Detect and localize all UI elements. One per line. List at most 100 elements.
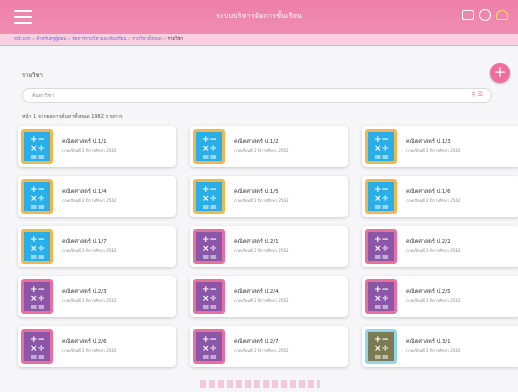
course-card[interactable]: + − × ÷ = = คณิตศาสตร์ ป.2/3 ภาคเรียนที่ 2 ปีกา… <box>18 276 176 317</box>
add-icon[interactable]: + <box>490 63 510 83</box>
math-symbol: = <box>374 153 382 163</box>
course-subtitle: ภาคเรียนที่ 2 ปีการศึกษา 2562 <box>406 248 461 253</box>
course-subtitle: ภาคเรียนที่ 2 ปีการศึกษา 2562 <box>234 148 289 153</box>
math-symbol: = <box>209 253 218 263</box>
course-title: คณิตศาสตร์ ป.2/7 <box>234 339 279 345</box>
math-symbol: = <box>37 153 46 163</box>
math-symbol: = <box>202 303 210 313</box>
course-card[interactable]: + − × ÷ = = คณิตศาสตร์ ป.2/2 ภาคเรียนที่ 2 ปีกา… <box>362 226 518 267</box>
course-title: คณิตศาสตร์ ป.2/6 <box>62 339 107 345</box>
calculator-icon: + − × ÷ = = <box>365 129 397 164</box>
math-symbol: = <box>381 203 390 213</box>
course-subtitle: ภาคเรียนที่ 2 ปีการศึกษา 2562 <box>406 348 461 353</box>
course-title: คณิตศาสตร์ ป.3/1 <box>406 339 451 345</box>
math-symbol: = <box>381 253 390 263</box>
math-symbol: = <box>30 203 38 213</box>
breadcrumb-item[interactable]: สำหรับครูผู้สอน <box>36 37 66 42</box>
course-card[interactable]: + − × ÷ = = คณิตศาสตร์ ป.3/1 ภาคเรียนที่ 2 ปีกา… <box>362 326 518 367</box>
math-symbol: = <box>209 303 218 313</box>
calculator-icon: + − × ÷ = = <box>365 279 397 314</box>
breadcrumb-current: รายวิชา <box>167 37 184 42</box>
calculator-icon: + − × ÷ = = <box>21 129 53 164</box>
math-symbol: = <box>30 153 38 163</box>
course-subtitle: ภาคเรียนที่ 2 ปีการศึกษา 2562 <box>406 198 461 203</box>
calculator-icon: + − × ÷ = = <box>21 279 53 314</box>
course-card[interactable]: + − × ÷ = = คณิตศาสตร์ ป.1/7 ภาคเรียนที่ 2 ปีกา… <box>18 226 176 267</box>
math-symbol: = <box>37 203 46 213</box>
course-card[interactable]: + − × ÷ = = คณิตศาสตร์ ป.1/4 ภาคเรียนที่ 2 ปีกา… <box>18 176 176 217</box>
math-symbol: = <box>30 253 38 263</box>
math-symbol: = <box>30 353 38 363</box>
calculator-icon: + − × ÷ = = <box>193 329 225 364</box>
math-symbol: = <box>374 253 382 263</box>
calculator-icon: + − × ÷ = = <box>193 229 225 264</box>
course-card[interactable]: + − × ÷ = = คณิตศาสตร์ ป.1/6 ภาคเรียนที่ 2 ปีกา… <box>362 176 518 217</box>
math-symbol: = <box>381 303 390 313</box>
breadcrumb-item[interactable]: จัดการรายวิชาและห้องเรียน <box>72 37 127 42</box>
result-count: หน้า 1 จากผลการค้นหาทั้งหมด 1982 รายการ <box>22 114 123 120</box>
course-title: คณิตศาสตร์ ป.1/4 <box>62 189 107 195</box>
course-title: คณิตศาสตร์ ป.1/2 <box>234 139 279 145</box>
breadcrumb: หน้าแรก » สำหรับครูผู้สอน » จัดการรายวิช… <box>0 34 518 46</box>
course-title: คณิตศาสตร์ ป.1/3 <box>406 139 451 145</box>
course-title: คณิตศาสตร์ ป.2/3 <box>62 289 107 295</box>
course-card[interactable]: + − × ÷ = = คณิตศาสตร์ ป.1/1 ภาคเรียนที่ 2 ปีกา… <box>18 126 176 167</box>
course-subtitle: ภาคเรียนที่ 2 ปีการศึกษา 2562 <box>234 198 289 203</box>
course-subtitle: ภาคเรียนที่ 2 ปีการศึกษา 2562 <box>234 348 289 353</box>
course-card[interactable]: + − × ÷ = = คณิตศาสตร์ ป.2/1 ภาคเรียนที่ 2 ปีกา… <box>190 226 348 267</box>
course-title: คณิตศาสตร์ ป.2/1 <box>234 239 279 245</box>
top-icons <box>462 9 508 21</box>
course-subtitle: ภาคเรียนที่ 2 ปีการศึกษา 2562 <box>62 348 117 353</box>
course-card[interactable]: + − × ÷ = = คณิตศาสตร์ ป.2/7 ภาคเรียนที่ 2 ปีกา… <box>190 326 348 367</box>
section-label: รายวิชา <box>22 72 43 79</box>
course-subtitle: ภาคเรียนที่ 2 ปีการศึกษา 2562 <box>62 148 117 153</box>
math-symbol: = <box>209 153 218 163</box>
chat-icon[interactable] <box>479 9 491 21</box>
math-symbol: = <box>374 353 382 363</box>
calculator-icon: + − × ÷ = = <box>193 279 225 314</box>
math-symbol: = <box>202 153 210 163</box>
math-symbol: = <box>381 353 390 363</box>
course-card[interactable]: + − × ÷ = = คณิตศาสตร์ ป.2/4 ภาคเรียนที่ 2 ปีกา… <box>190 276 348 317</box>
calculator-icon: + − × ÷ = = <box>365 179 397 214</box>
math-symbol: = <box>37 253 46 263</box>
course-card[interactable]: + − × ÷ = = คณิตศาสตร์ ป.2/5 ภาคเรียนที่ 2 ปีกา… <box>362 276 518 317</box>
calculator-icon: + − × ÷ = = <box>21 229 53 264</box>
course-subtitle: ภาคเรียนที่ 2 ปีการศึกษา 2562 <box>62 298 117 303</box>
course-subtitle: ภาคเรียนที่ 2 ปีการศึกษา 2562 <box>62 248 117 253</box>
footer-hint <box>200 380 320 388</box>
calculator-icon: + − × ÷ = = <box>193 179 225 214</box>
course-card[interactable]: + − × ÷ = = คณิตศาสตร์ ป.1/2 ภาคเรียนที่ 2 ปีกา… <box>190 126 348 167</box>
calculator-icon: + − × ÷ = = <box>365 229 397 264</box>
course-subtitle: ภาคเรียนที่ 2 ปีการศึกษา 2562 <box>406 298 461 303</box>
course-title: คณิตศาสตร์ ป.2/2 <box>406 239 451 245</box>
course-card[interactable]: + − × ÷ = = คณิตศาสตร์ ป.1/3 ภาคเรียนที่ 2 ปีกา… <box>362 126 518 167</box>
calculator-icon: + − × ÷ = = <box>193 129 225 164</box>
course-subtitle: ภาคเรียนที่ 2 ปีการศึกษา 2562 <box>62 198 117 203</box>
math-symbol: = <box>374 303 382 313</box>
course-subtitle: ภาคเรียนที่ 2 ปีการศึกษา 2562 <box>234 248 289 253</box>
course-title: คณิตศาสตร์ ป.1/6 <box>406 189 451 195</box>
math-symbol: = <box>202 253 210 263</box>
course-title: คณิตศาสตร์ ป.2/4 <box>234 289 279 295</box>
math-symbol: = <box>381 153 390 163</box>
mail-icon[interactable] <box>462 10 474 20</box>
course-title: คณิตศาสตร์ ป.1/5 <box>234 189 279 195</box>
bell-icon[interactable] <box>496 10 508 20</box>
course-card[interactable]: + − × ÷ = = คณิตศาสตร์ ป.1/5 ภาคเรียนที่ 2 ปีกา… <box>190 176 348 217</box>
course-card[interactable]: + − × ÷ = = คณิตศาสตร์ ป.2/6 ภาคเรียนที่ 2 ปีกา… <box>18 326 176 367</box>
calculator-icon: + − × ÷ = = <box>21 329 53 364</box>
search-input[interactable]: ค้นหาวิชา ⚲ ☰ <box>22 88 492 103</box>
course-subtitle: ภาคเรียนที่ 2 ปีการศึกษา 2562 <box>234 298 289 303</box>
breadcrumb-item[interactable]: หน้าแรก <box>14 37 31 42</box>
search-icon[interactable]: ⚲ ☰ <box>471 91 483 98</box>
course-subtitle: ภาคเรียนที่ 2 ปีการศึกษา 2562 <box>406 148 461 153</box>
calculator-icon: + − × ÷ = = <box>21 179 53 214</box>
math-symbol: = <box>374 203 382 213</box>
course-title: คณิตศาสตร์ ป.1/7 <box>62 239 107 245</box>
calculator-icon: + − × ÷ = = <box>365 329 397 364</box>
math-symbol: = <box>209 353 218 363</box>
breadcrumb-item[interactable]: รายวิชาทั้งหมด <box>132 37 162 42</box>
math-symbol: = <box>37 303 46 313</box>
app-title: ระบบบริหารจัดการชั้นเรียน <box>215 12 303 20</box>
